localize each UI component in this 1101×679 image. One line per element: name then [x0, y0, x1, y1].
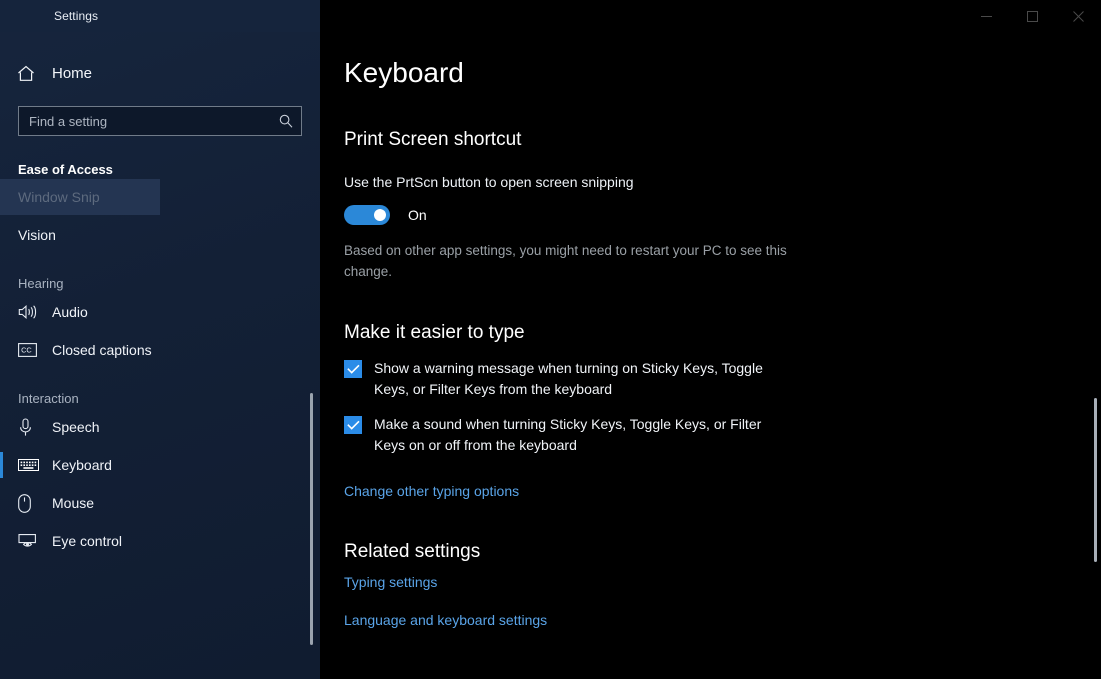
- checkbox-row-make-sound[interactable]: Make a sound when turning Sticky Keys, T…: [344, 414, 1101, 456]
- sidebar-item-mouse[interactable]: Mouse: [0, 485, 320, 521]
- close-button[interactable]: [1055, 0, 1101, 32]
- section-heading-related-settings: Related settings: [344, 541, 481, 563]
- link-wrap-change-typing: Change other typing options: [344, 483, 1101, 501]
- print-screen-toggle-row: On: [344, 205, 1101, 225]
- checkbox-warning-message[interactable]: [344, 360, 362, 379]
- checkbox-label-warning-message: Show a warning message when turning on S…: [374, 360, 763, 398]
- keyboard-icon: [18, 455, 46, 475]
- settings-window: Settings Home Find a setting Ease of Acc…: [0, 0, 1101, 679]
- link-wrap-typing-settings: Typing settings: [344, 574, 1101, 592]
- minimize-button[interactable]: [963, 0, 1009, 32]
- app-title: Settings: [54, 9, 99, 23]
- section-heading-print-screen: Print Screen shortcut: [344, 129, 522, 150]
- toggle-knob: [374, 209, 386, 221]
- link-typing-settings[interactable]: Typing settings: [344, 574, 437, 590]
- home-icon: [17, 65, 47, 82]
- link-language-and-keyboard-settings[interactable]: Language and keyboard settings: [344, 612, 547, 628]
- title-bar-left: Settings: [0, 0, 320, 32]
- page-title: Keyboard: [344, 57, 464, 88]
- sidebar-group-title-hearing: Hearing: [18, 276, 64, 291]
- search-icon[interactable]: [279, 114, 293, 128]
- sidebar-item-label-speech: Speech: [52, 419, 100, 435]
- sidebar-category-title: Ease of Access: [18, 162, 113, 177]
- sidebar-item-audio[interactable]: Audio: [0, 294, 320, 330]
- checkbox-row-warning-message[interactable]: Show a warning message when turning on S…: [344, 358, 1101, 400]
- sidebar-item-eye-control[interactable]: Eye control: [0, 523, 320, 559]
- checkbox-label-make-sound: Make a sound when turning Sticky Keys, T…: [374, 416, 762, 454]
- sidebar-item-keyboard[interactable]: Keyboard: [0, 447, 320, 483]
- closed-captions-icon: CC: [18, 340, 46, 360]
- sidebar-scrollbar-thumb[interactable]: [310, 393, 313, 645]
- sidebar-item-label-mouse: Mouse: [52, 495, 95, 511]
- sidebar-item-label-eye-control: Eye control: [52, 533, 123, 549]
- sidebar-item-window-snip[interactable]: Window Snip: [0, 179, 160, 215]
- print-screen-toggle-label: Use the PrtScn button to open screen sni…: [344, 174, 634, 190]
- search-input[interactable]: [29, 113, 279, 129]
- checkbox-make-sound[interactable]: [344, 416, 362, 435]
- microphone-icon: [18, 417, 46, 437]
- mouse-icon: [18, 493, 46, 513]
- section-heading-easier-to-type: Make it easier to type: [344, 322, 525, 344]
- print-screen-toggle[interactable]: [344, 205, 390, 225]
- sidebar-item-closed-captions[interactable]: CC Closed captions: [0, 332, 320, 368]
- sidebar-group-title-interaction: Interaction: [18, 391, 79, 406]
- sidebar-inner: Home Ease of Access Window Snip Vision H…: [0, 53, 320, 679]
- sidebar-item-label-keyboard: Keyboard: [52, 457, 112, 473]
- title-bar: Settings: [0, 0, 1101, 32]
- maximize-button[interactable]: [1009, 0, 1055, 32]
- sidebar-item-vision[interactable]: Vision: [0, 217, 320, 253]
- sidebar-item-speech[interactable]: Speech: [0, 409, 320, 445]
- sidebar-item-label-closed-captions: Closed captions: [52, 342, 152, 358]
- close-icon: [1072, 10, 1084, 22]
- svg-text:CC: CC: [21, 346, 32, 355]
- speaker-icon: [18, 302, 46, 322]
- link-wrap-language-keyboard: Language and keyboard settings: [344, 612, 1101, 630]
- sidebar-item-label-vision: Vision: [18, 227, 56, 243]
- sidebar-item-label-home: Home: [52, 64, 93, 82]
- maximize-icon: [1026, 10, 1038, 22]
- minimize-icon: [980, 11, 992, 22]
- search-box[interactable]: [18, 106, 302, 136]
- content-scrollbar-thumb[interactable]: [1094, 398, 1097, 562]
- sidebar-item-label-window-snip: Window Snip: [18, 189, 100, 205]
- eye-control-icon: [18, 531, 46, 551]
- sidebar-item-home[interactable]: Home: [0, 53, 320, 93]
- sidebar-item-label-audio: Audio: [52, 304, 88, 320]
- window-controls: [320, 0, 1101, 32]
- print-screen-note: Based on other app settings, you might n…: [344, 243, 787, 279]
- link-change-other-typing-options[interactable]: Change other typing options: [344, 483, 519, 499]
- toggle-state-label: On: [408, 207, 427, 223]
- sidebar: Home Ease of Access Window Snip Vision H…: [0, 0, 320, 679]
- main-content: Keyboard Print Screen shortcut Use the P…: [320, 32, 1101, 679]
